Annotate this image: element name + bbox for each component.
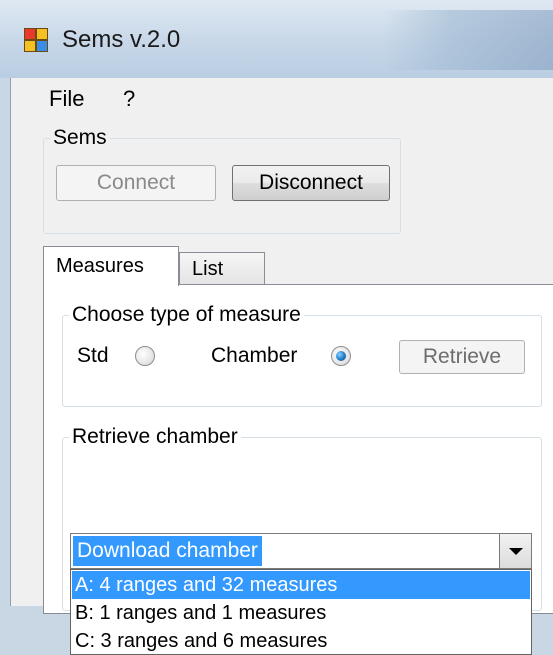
title-bar-glass bbox=[383, 10, 553, 70]
chamber-radio-selected-dot bbox=[336, 351, 346, 361]
sems-group: Sems Connect Disconnect bbox=[43, 125, 401, 234]
menu-bar: File ? bbox=[11, 78, 553, 118]
tab-measures[interactable]: Measures bbox=[43, 246, 179, 286]
chamber-combobox[interactable]: Download chamber bbox=[70, 533, 532, 569]
retrieve-chamber-group-label: Retrieve chamber bbox=[69, 424, 241, 450]
chamber-radio[interactable] bbox=[331, 346, 351, 366]
dropdown-option-c[interactable]: C: 3 ranges and 6 measures bbox=[72, 627, 530, 655]
dropdown-option-a[interactable]: A: 4 ranges and 32 measures bbox=[72, 571, 530, 599]
chamber-radio-label: Chamber bbox=[211, 344, 298, 367]
std-radio-label: Std bbox=[77, 344, 109, 367]
dropdown-option-b[interactable]: B: 1 ranges and 1 measures bbox=[72, 599, 530, 627]
title-bar: Sems v.2.0 bbox=[0, 0, 553, 78]
disconnect-button[interactable]: Disconnect bbox=[232, 165, 390, 201]
tab-list[interactable]: List bbox=[179, 252, 265, 284]
chamber-combobox-value: Download chamber bbox=[73, 536, 262, 566]
measure-type-group: Choose type of measure Std Chamber Retri… bbox=[62, 302, 542, 407]
sems-group-label: Sems bbox=[50, 125, 110, 151]
window-title: Sems v.2.0 bbox=[62, 26, 181, 53]
menu-file[interactable]: File bbox=[43, 84, 90, 114]
retrieve-button[interactable]: Retrieve bbox=[399, 340, 525, 374]
app-icon[interactable] bbox=[24, 28, 50, 54]
connect-button[interactable]: Connect bbox=[56, 165, 216, 201]
menu-help[interactable]: ? bbox=[117, 84, 141, 114]
measure-type-group-label: Choose type of measure bbox=[69, 302, 304, 328]
chevron-down-icon[interactable] bbox=[499, 534, 531, 568]
chamber-dropdown-list: A: 4 ranges and 32 measures B: 1 ranges … bbox=[70, 569, 532, 655]
std-radio[interactable] bbox=[135, 346, 155, 366]
measures-tab-page: Choose type of measure Std Chamber Retri… bbox=[43, 284, 553, 655]
window-client-area: File ? Sems Connect Disconnect Measures … bbox=[10, 78, 553, 655]
